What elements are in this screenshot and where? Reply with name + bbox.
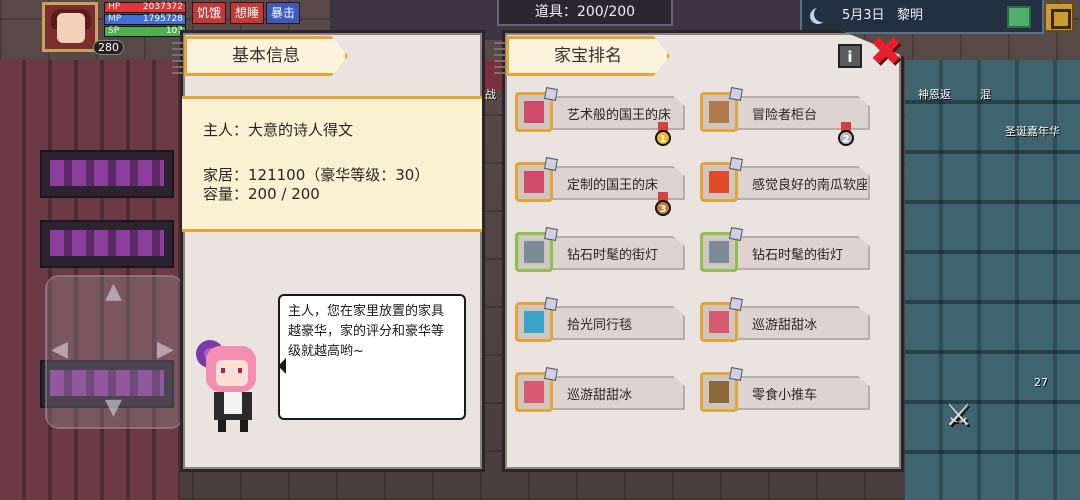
item-label: 定制的国王的床	[567, 178, 659, 193]
item-label: 艺术般的国王的床	[567, 108, 672, 123]
moon-icon	[814, 6, 830, 22]
counter-badge: 27	[1034, 376, 1048, 389]
sword-icon[interactable]: ⚔	[945, 398, 981, 434]
arrow-left-icon: ◀	[51, 337, 68, 362]
rarity-tag-icon	[729, 87, 743, 101]
arrow-down-icon: ▼	[105, 395, 122, 420]
rarity-tag-icon	[729, 367, 743, 381]
arrow-up-icon: ▲	[105, 279, 122, 304]
virtual-joystick[interactable]: ▲ ▼ ◀ ▶	[45, 275, 184, 429]
item-label: 巡游甜甜冰	[752, 318, 818, 333]
binder-rings-icon	[172, 38, 186, 78]
status-crit[interactable]: 暴击	[266, 2, 301, 24]
medal-number: 1	[655, 130, 671, 146]
close-button[interactable]: ✖	[868, 32, 904, 72]
rarity-tag-icon	[729, 227, 743, 241]
instrument-rack	[40, 220, 174, 268]
binder-rings-icon	[494, 38, 508, 78]
rank-medal-icon: 2	[838, 122, 854, 146]
ranking-item[interactable]: 冒险者柜台 2	[700, 87, 870, 146]
sp-label: SP	[108, 26, 120, 36]
item-label: 钻石时髦的街灯	[752, 248, 844, 263]
medal-number: 3	[655, 200, 671, 216]
housing-text: 家居：121100（豪华等级：30）	[203, 166, 430, 184]
ranking-item[interactable]: 钻石时髦的街灯	[515, 227, 685, 276]
ranking-item[interactable]: 艺术般的国王的床 1	[515, 87, 685, 146]
item-label: 拾光同行毯	[567, 318, 633, 333]
ranking-item[interactable]: 零食小推车	[700, 367, 870, 416]
hp-value: 2037372	[142, 2, 183, 12]
tab-ranking: 家宝排名	[506, 36, 670, 76]
mp-bar: MP 1795728	[104, 14, 186, 25]
ranking-item[interactable]: 巡游甜甜冰	[515, 367, 685, 416]
status-hunger[interactable]: 饥饿	[192, 2, 227, 24]
furniture-image	[524, 311, 544, 333]
furniture-image	[709, 311, 729, 333]
rarity-tag-icon	[544, 227, 558, 241]
tip-speech-bubble: 主人，您在家里放置的家具越豪华，家的评分和豪华等级就越高哟~	[278, 294, 466, 420]
ranking-item[interactable]: 拾光同行毯	[515, 297, 685, 346]
hp-label: HP	[108, 2, 121, 12]
item-label: 钻石时髦的街灯	[567, 248, 659, 263]
rank-medal-icon: 3	[655, 192, 671, 216]
item-label: 零食小推车	[752, 388, 818, 403]
capacity-text: 容量：200 / 200	[203, 185, 320, 203]
info-button[interactable]: i	[838, 44, 862, 68]
arrow-right-icon: ▶	[157, 337, 174, 362]
ranking-item[interactable]: 感觉良好的南瓜软座	[700, 157, 870, 206]
ranking-item[interactable]: 钻石时髦的街灯	[700, 227, 870, 276]
furniture-image	[709, 171, 729, 193]
exit-button[interactable]	[1044, 2, 1074, 32]
portrait-face	[57, 13, 85, 43]
rarity-tag-icon	[544, 157, 558, 171]
furniture-image	[709, 381, 729, 403]
rarity-tag-icon	[544, 87, 558, 101]
mp-label: MP	[108, 14, 122, 24]
side-menu-label[interactable]: 混	[980, 86, 991, 102]
rarity-tag-icon	[544, 297, 558, 311]
furniture-image	[524, 381, 544, 403]
rarity-tag-icon	[729, 157, 743, 171]
rank-medal-icon: 1	[655, 122, 671, 146]
side-menu-label[interactable]: 圣诞嘉年华	[1005, 123, 1060, 139]
side-menu-label: 战	[485, 88, 496, 101]
ranking-item[interactable]: 定制的国王的床 3	[515, 157, 685, 216]
sp-bar: SP 107	[104, 26, 186, 37]
time-of-day: 黎明	[897, 8, 924, 23]
furniture-image	[524, 171, 544, 193]
ranking-item[interactable]: 巡游甜甜冰	[700, 297, 870, 346]
item-label: 感觉良好的南瓜软座	[752, 178, 867, 193]
furniture-image	[524, 241, 544, 263]
date-text: 5月3日	[842, 8, 885, 23]
hp-bar: HP 2037372	[104, 2, 186, 13]
rarity-tag-icon	[729, 297, 743, 311]
player-portrait[interactable]	[42, 2, 98, 52]
map-icon[interactable]	[1007, 6, 1031, 28]
status-sleepy[interactable]: 想睡	[230, 2, 265, 24]
instrument-rack	[40, 150, 174, 198]
rarity-tag-icon	[544, 367, 558, 381]
assistant-character	[196, 340, 256, 432]
player-level: 280	[93, 40, 124, 55]
mp-value: 1795728	[142, 14, 183, 24]
info-box: 主人：大意的诗人得文 家居：121100（豪华等级：30） 容量：200 / 2…	[182, 96, 482, 232]
furniture-image	[709, 241, 729, 263]
furniture-image	[524, 101, 544, 123]
side-menu-label[interactable]: 神恩返	[918, 86, 951, 102]
medal-number: 2	[838, 130, 854, 146]
item-label: 巡游甜甜冰	[567, 388, 633, 403]
item-label: 冒险者柜台	[752, 108, 818, 123]
item-capacity: 道具：200/200	[497, 0, 673, 26]
date-panel: 5月3日 黎明	[800, 0, 1044, 34]
furniture-image	[709, 101, 729, 123]
owner-text: 主人：大意的诗人得文	[203, 121, 354, 139]
tab-basic-info: 基本信息	[184, 36, 348, 76]
